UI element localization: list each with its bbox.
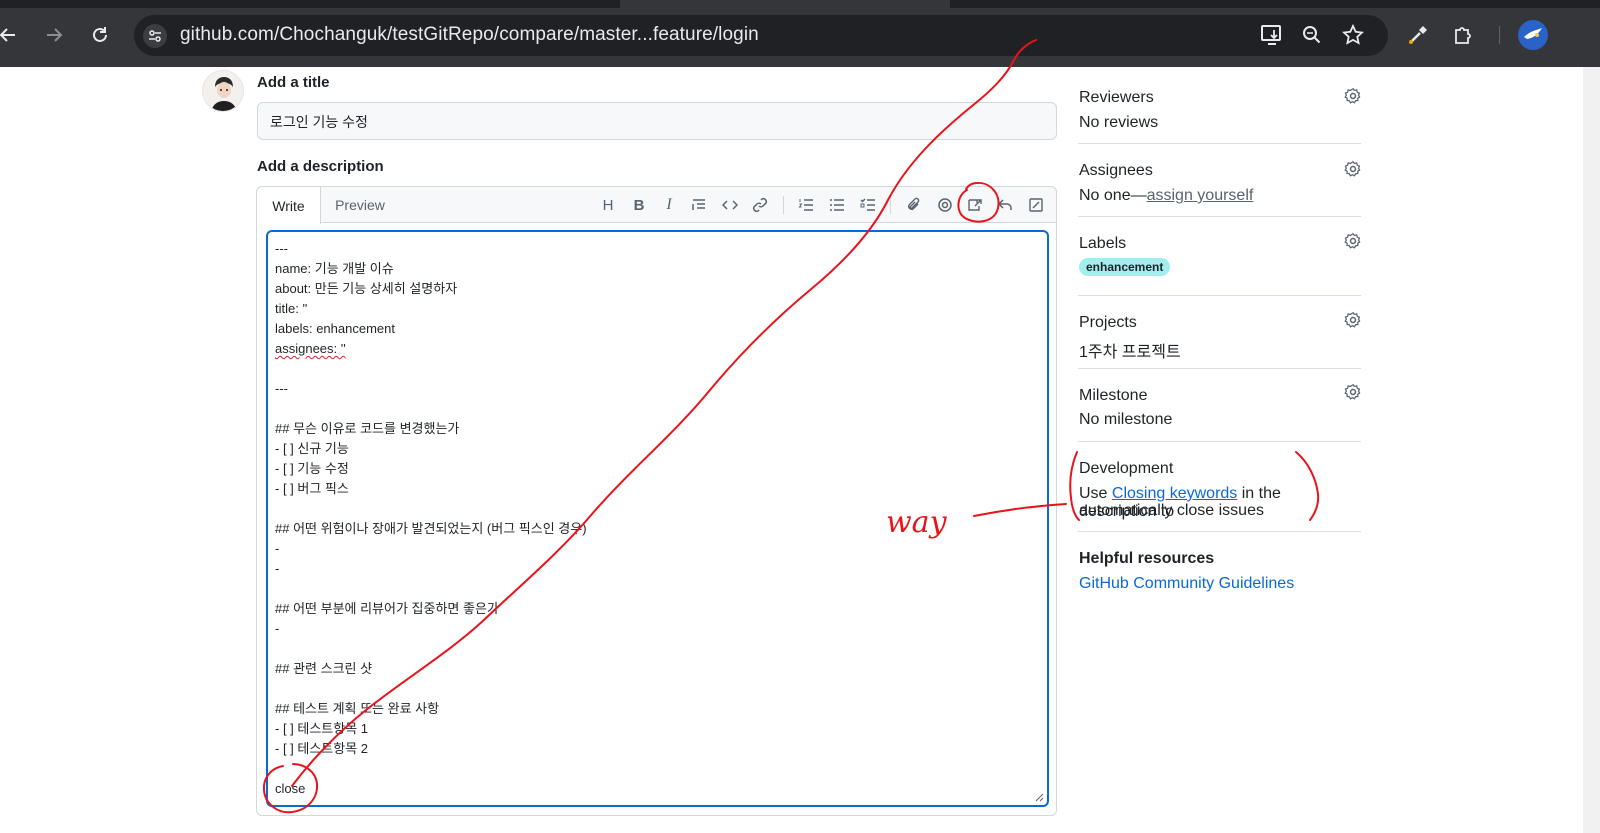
user-avatar <box>202 70 244 112</box>
reviewers-gear-icon[interactable] <box>1344 87 1362 105</box>
text-line: ## 관련 스크린 샷 <box>275 661 373 676</box>
bookmark-star-icon[interactable] <box>1340 22 1366 48</box>
sidebar-divider <box>1078 441 1361 442</box>
address-bar[interactable]: github.com/Chochanguk/testGitRepo/compar… <box>134 15 1388 56</box>
title-input[interactable]: 로그인 기능 수정 <box>257 102 1057 140</box>
annotation-bracket-left <box>1069 451 1080 521</box>
editor-header: Write Preview H B I <box>257 187 1056 224</box>
assign-yourself-link[interactable]: assign yourself <box>1147 187 1254 204</box>
attach-icon[interactable] <box>903 194 925 216</box>
text-line: ## 어떤 위험이나 장애가 발견되었는지 (버그 픽스인 경우) <box>275 521 587 536</box>
active-tab[interactable] <box>620 0 950 8</box>
forward-arrow-icon[interactable] <box>40 21 68 49</box>
eyedropper-icon[interactable] <box>1405 22 1431 48</box>
text-line: close <box>275 781 306 796</box>
assignees-value: No one—assign yourself <box>1079 187 1362 205</box>
text-line: - <box>275 561 280 576</box>
description-textarea[interactable]: --- name: 기능 개발 이슈 about: 만든 기능 상세히 설명하자… <box>266 230 1049 807</box>
ordered-list-icon[interactable] <box>795 194 817 216</box>
tab-preview[interactable]: Preview <box>321 187 399 223</box>
tab-strip <box>0 0 1600 8</box>
text-line: - <box>275 541 280 556</box>
undo-icon[interactable] <box>994 194 1016 216</box>
tab-write[interactable]: Write <box>257 187 321 224</box>
assignees-gear-icon[interactable] <box>1344 160 1362 178</box>
code-icon[interactable] <box>719 194 741 216</box>
projects-heading: Projects <box>1079 314 1137 331</box>
back-arrow-icon[interactable] <box>0 21 22 49</box>
reviewers-heading: Reviewers <box>1079 89 1154 106</box>
description-editor: Write Preview H B I --- name: 기능 개발 이슈 a… <box>256 186 1057 816</box>
italic-icon[interactable]: I <box>658 194 680 216</box>
heading-icon[interactable]: H <box>597 194 619 216</box>
extensions-icon[interactable] <box>1450 22 1476 48</box>
browser-toolbar: github.com/Chochanguk/testGitRepo/compar… <box>0 0 1600 67</box>
page-scrollbar[interactable] <box>1583 67 1600 833</box>
milestone-gear-icon[interactable] <box>1344 383 1362 401</box>
labels-heading: Labels <box>1079 235 1127 252</box>
text-line: labels: enhancement <box>275 321 395 336</box>
closing-keywords-link[interactable]: Closing keywords <box>1112 485 1237 502</box>
quote-icon[interactable] <box>688 194 710 216</box>
sidebar-divider <box>1078 368 1361 369</box>
link-icon[interactable] <box>749 194 771 216</box>
toolbar-separator <box>890 196 891 214</box>
resize-handle-icon[interactable] <box>1034 792 1044 802</box>
text-line: - [ ] 버그 픽스 <box>275 481 349 496</box>
label-enhancement[interactable]: enhancement <box>1079 258 1171 276</box>
unordered-list-icon[interactable] <box>826 194 848 216</box>
text-line: - <box>275 621 280 636</box>
text-line: - [ ] 테스트항목 1 <box>275 721 369 736</box>
reload-icon[interactable] <box>86 21 114 49</box>
text-line: - [ ] 기능 수정 <box>275 461 349 476</box>
sidebar-divider <box>1078 216 1361 217</box>
text-line: assignees: '' <box>275 341 346 356</box>
description-label: Add a description <box>257 158 384 175</box>
community-guidelines-link[interactable]: GitHub Community Guidelines <box>1079 575 1362 593</box>
bold-icon[interactable]: B <box>628 194 650 216</box>
text-line: about: 만든 기능 상세히 설명하자 <box>275 281 458 296</box>
title-label: Add a title <box>257 74 330 91</box>
assignees-none-text: No one— <box>1079 187 1147 204</box>
development-text-line2: automatically close issues <box>1079 502 1264 519</box>
text-line: - [ ] 신규 기능 <box>275 441 349 456</box>
text-line: --- <box>275 381 288 396</box>
site-info-icon[interactable] <box>143 24 167 48</box>
task-list-icon[interactable] <box>857 194 879 216</box>
sidebar-divider <box>1078 531 1361 532</box>
toolbar-separator <box>1499 26 1500 44</box>
profile-avatar[interactable] <box>1518 20 1548 50</box>
development-text-before: Use <box>1079 485 1112 502</box>
reviewers-value: No reviews <box>1079 114 1159 131</box>
text-line: title: '' <box>275 301 308 316</box>
sidebar-divider <box>1078 295 1361 296</box>
text-line: name: 기능 개발 이슈 <box>275 261 394 276</box>
projects-value[interactable]: 1주차 프로젝트 <box>1079 338 1362 362</box>
milestone-value: No milestone <box>1079 411 1173 428</box>
text-line: --- <box>275 241 288 256</box>
cross-reference-icon[interactable] <box>964 194 986 216</box>
development-heading: Development <box>1079 460 1174 477</box>
sidebar-divider <box>1078 143 1361 144</box>
projects-gear-icon[interactable] <box>1344 311 1362 329</box>
text-line: - [ ] 테스트항목 2 <box>275 741 369 756</box>
mention-icon[interactable] <box>934 194 956 216</box>
url-text[interactable]: github.com/Chochanguk/testGitRepo/compar… <box>180 24 759 46</box>
milestone-heading: Milestone <box>1079 387 1148 404</box>
install-app-icon[interactable] <box>1259 22 1285 48</box>
toolbar-separator <box>783 196 784 214</box>
assignees-heading: Assignees <box>1079 162 1153 179</box>
text-line: ## 어떤 부분에 리뷰어가 집중하면 좋은가 <box>275 601 499 616</box>
text-line: ## 무슨 이유로 코드를 변경했는가 <box>275 421 460 436</box>
fullscreen-icon[interactable] <box>1025 194 1047 216</box>
labels-gear-icon[interactable] <box>1344 232 1362 250</box>
text-line: ## 테스트 계획 또는 완료 사항 <box>275 701 440 716</box>
zoom-icon[interactable] <box>1299 22 1325 48</box>
helpful-resources-heading: Helpful resources <box>1079 550 1215 567</box>
